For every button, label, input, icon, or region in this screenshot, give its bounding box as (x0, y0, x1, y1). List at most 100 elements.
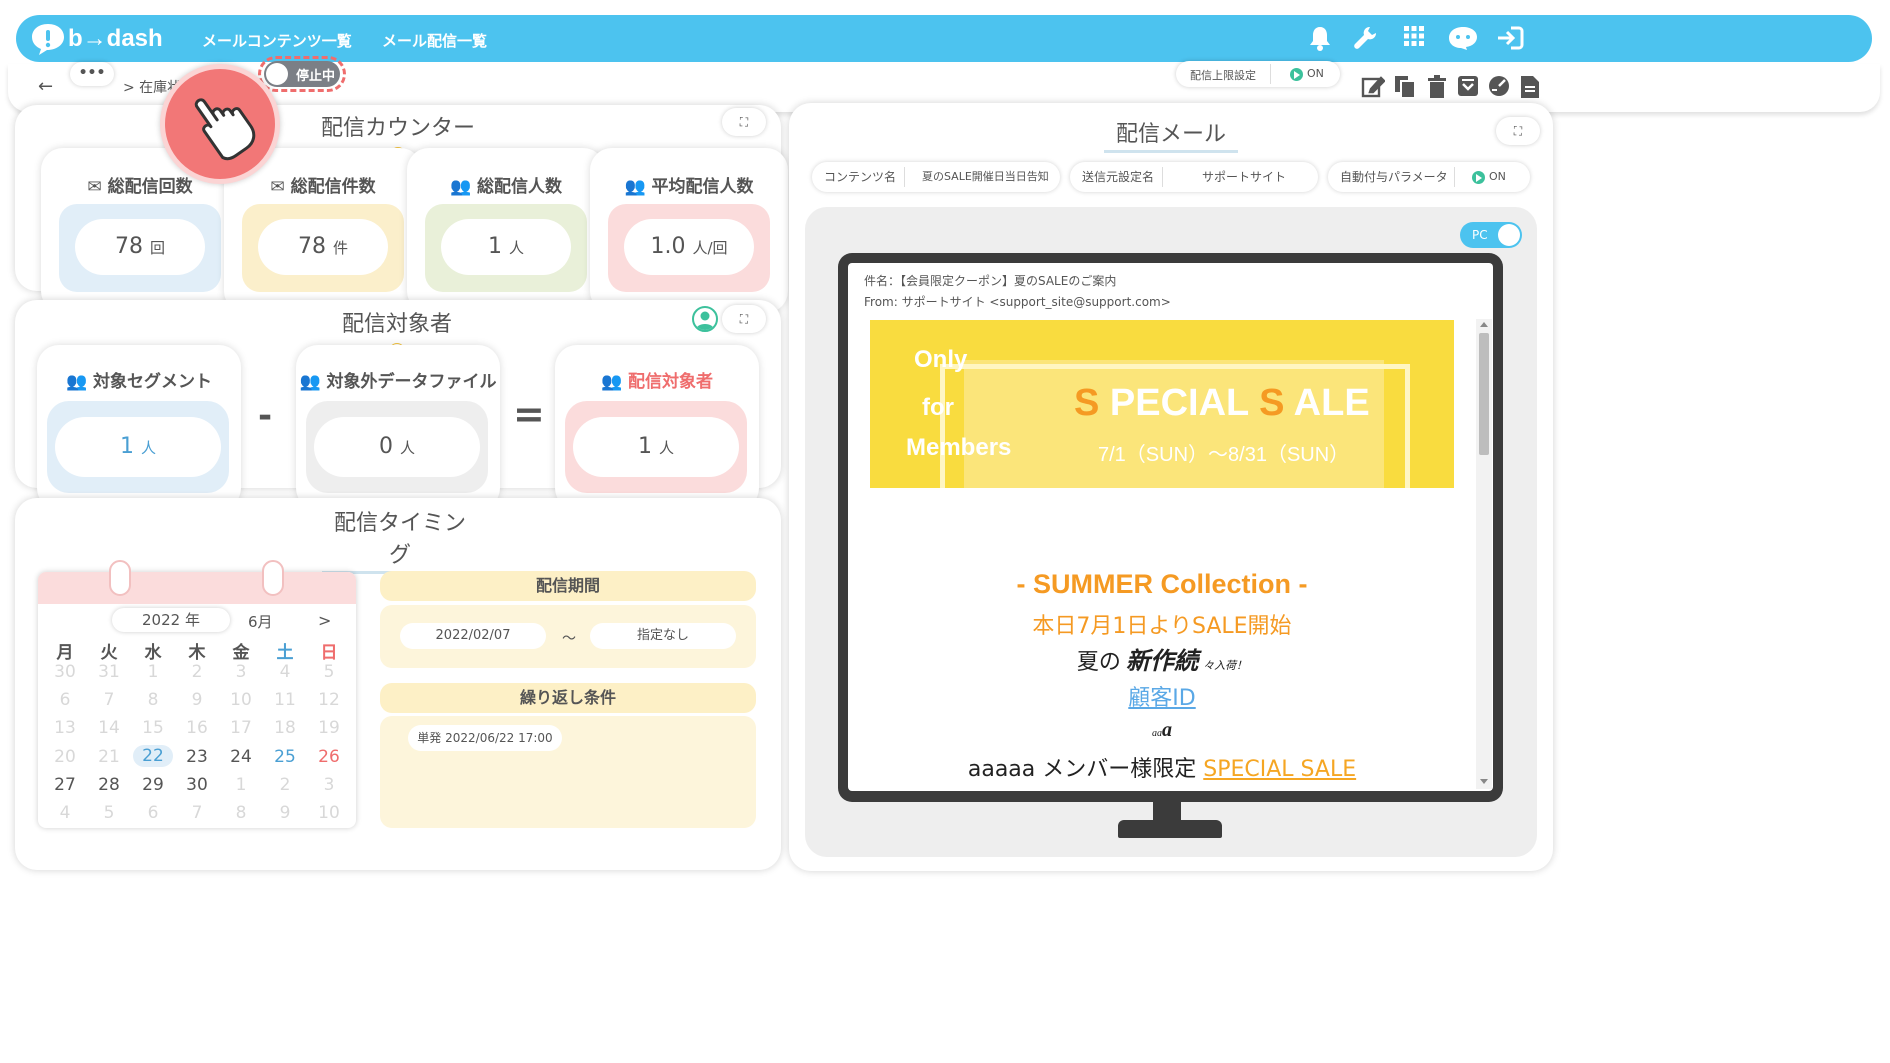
content-name-tag[interactable]: コンテンツ名 夏のSALE開催日当日告知 (812, 162, 1060, 192)
expand-mail-button[interactable]: ⛶ (1496, 117, 1540, 145)
mail-collection-heading: - SUMMER Collection - (1016, 569, 1308, 599)
target-card-recipients: 👥 配信対象者 1 人 (555, 345, 759, 510)
calendar-day[interactable]: 18 (265, 718, 305, 738)
delivery-limit-value: ON (1290, 67, 1324, 81)
more-menu-button[interactable]: ••• (70, 62, 114, 86)
calendar-day[interactable]: 2 (265, 775, 305, 795)
calendar-day[interactable]: 24 (221, 747, 261, 767)
expand-counter-button[interactable]: ⛶ (722, 108, 766, 136)
mail-customer-id-link[interactable]: 顧客ID (848, 680, 1476, 712)
calendar-day[interactable]: 31 (89, 662, 129, 682)
chat-bot-icon[interactable] (1446, 25, 1480, 53)
calendar-day[interactable]: 6 (133, 803, 173, 823)
device-toggle[interactable]: PC (1460, 222, 1522, 248)
calendar-day[interactable]: 8 (221, 803, 261, 823)
repeat-condition-chip[interactable]: 単発 2022/06/22 17:00 (408, 725, 562, 751)
calendar-day[interactable]: 9 (177, 690, 217, 710)
calendar-day[interactable]: 30 (45, 662, 85, 682)
expand-target-button[interactable]: ⛶ (722, 305, 766, 333)
calendar-day[interactable]: 8 (133, 690, 173, 710)
calendar-day[interactable]: 14 (89, 718, 129, 738)
calendar-day[interactable]: 6 (45, 690, 85, 710)
calendar-day[interactable]: 19 (309, 718, 349, 738)
delivery-mail-title: 配信メール (1104, 116, 1238, 153)
banner-only: Only (914, 346, 968, 373)
calendar-day[interactable]: 10 (221, 690, 261, 710)
calendar-day[interactable]: 23 (177, 747, 217, 767)
calendar-day[interactable]: 2 (177, 662, 217, 682)
calendar-day[interactable]: 26 (309, 747, 349, 767)
calendar-day[interactable]: 17 (221, 718, 261, 738)
nav-mail-deliveries[interactable]: メール配信一覧 (382, 30, 487, 51)
calendar-day[interactable]: 4 (45, 803, 85, 823)
archive-icon[interactable] (1455, 75, 1481, 101)
calendar-day[interactable]: 28 (89, 775, 129, 795)
calendar-year-select[interactable]: 2022 年 (112, 608, 230, 632)
stat-value-frame: 78 件 (242, 204, 404, 292)
mail-from: From: サポートサイト <support_site@support.com> (864, 295, 1171, 309)
calendar-next-button[interactable]: > (318, 611, 331, 630)
calendar-day[interactable]: 29 (133, 775, 173, 795)
calendar-day[interactable]: 25 (265, 747, 305, 767)
brand-logo[interactable]: b→dash (30, 21, 163, 57)
scroll-down-arrow[interactable] (1480, 779, 1488, 784)
calendar-month[interactable]: 6月 (248, 611, 273, 632)
back-arrow-icon[interactable]: ← (38, 76, 53, 97)
grid-icon[interactable] (1400, 25, 1428, 53)
user-profile-icon[interactable] (692, 306, 718, 332)
status-toggle[interactable]: 停止中 (264, 61, 340, 87)
copy-icon[interactable] (1392, 75, 1418, 101)
bell-icon[interactable] (1306, 25, 1334, 53)
period-end-input[interactable]: 指定なし (590, 623, 736, 649)
auto-parameter-tag[interactable]: 自動付与パラメータ ON (1328, 162, 1530, 192)
calendar-day[interactable]: 3 (309, 775, 349, 795)
wrench-icon[interactable] (1351, 25, 1379, 53)
calendar-day[interactable]: 21 (89, 747, 129, 767)
nav-mail-contents[interactable]: メールコンテンツ一覧 (202, 30, 352, 51)
calendar-day[interactable]: 16 (177, 718, 217, 738)
calendar-day[interactable]: 4 (265, 662, 305, 682)
mail-subject: 件名：【会員限定クーポン】夏のSALEのご案内 (864, 274, 1117, 288)
delivery-counter-title-text: 配信カウンター (320, 116, 475, 141)
document-icon[interactable] (1517, 75, 1543, 101)
calendar-day[interactable]: 1 (221, 775, 261, 795)
preview-scrollbar[interactable] (1476, 319, 1492, 789)
delivery-limit-control[interactable]: 配信上限設定 ON (1176, 61, 1340, 87)
calendar-day[interactable]: 11 (265, 690, 305, 710)
sender-setting-tag[interactable]: 送信元設定名 サポートサイト (1070, 162, 1318, 192)
calendar-day[interactable]: 12 (309, 690, 349, 710)
calendar-day[interactable]: 22 (133, 745, 173, 767)
stat-label: 総配信回数 (107, 177, 193, 197)
calendar-day[interactable]: 7 (89, 690, 129, 710)
calendar-day[interactable]: 9 (265, 803, 305, 823)
period-start-input[interactable]: 2022/02/07 (400, 623, 546, 649)
delivery-target-title-text: 配信対象者 (341, 312, 452, 337)
special-sale-link[interactable]: SPECIAL SALE (1203, 757, 1356, 782)
edit-icon[interactable] (1360, 75, 1386, 101)
stat-card-average-people: 👥 平均配信人数 1.0 人/回 (590, 148, 788, 313)
calendar-day[interactable]: 1 (133, 662, 173, 682)
trash-icon[interactable] (1424, 75, 1450, 101)
calendar-day[interactable]: 30 (177, 775, 217, 795)
calendar-day[interactable]: 10 (309, 803, 349, 823)
calendar-day[interactable]: 7 (177, 803, 217, 823)
calendar-day[interactable]: 20 (45, 747, 85, 767)
calendar-day[interactable]: 15 (133, 718, 173, 738)
calendar-day[interactable]: 3 (221, 662, 261, 682)
stat-value: 78 件 (258, 219, 388, 275)
top-header: b→dash メールコンテンツ一覧 メール配信一覧 (16, 15, 1872, 62)
calendar-weekday: 月 (56, 643, 74, 663)
scroll-up-arrow[interactable] (1480, 322, 1488, 327)
logout-icon[interactable] (1494, 25, 1526, 53)
calendar-day[interactable]: 5 (89, 803, 129, 823)
calendar-day[interactable]: 27 (45, 775, 85, 795)
scroll-thumb[interactable] (1479, 333, 1489, 455)
calendar-day[interactable]: 5 (309, 662, 349, 682)
delivery-limit-divider (1270, 64, 1271, 84)
calendar-ring-right (262, 560, 284, 596)
calendar-day[interactable]: 13 (45, 718, 85, 738)
group-icon: 👥 (600, 372, 623, 392)
mail-sale-start: 本日7月1日よりSALE開始 (1032, 614, 1292, 639)
timer-icon[interactable] (1486, 75, 1512, 101)
mail-preview-screen: 件名：【会員限定クーポン】夏のSALEのご案内 From: サポートサイト <s… (848, 263, 1493, 791)
